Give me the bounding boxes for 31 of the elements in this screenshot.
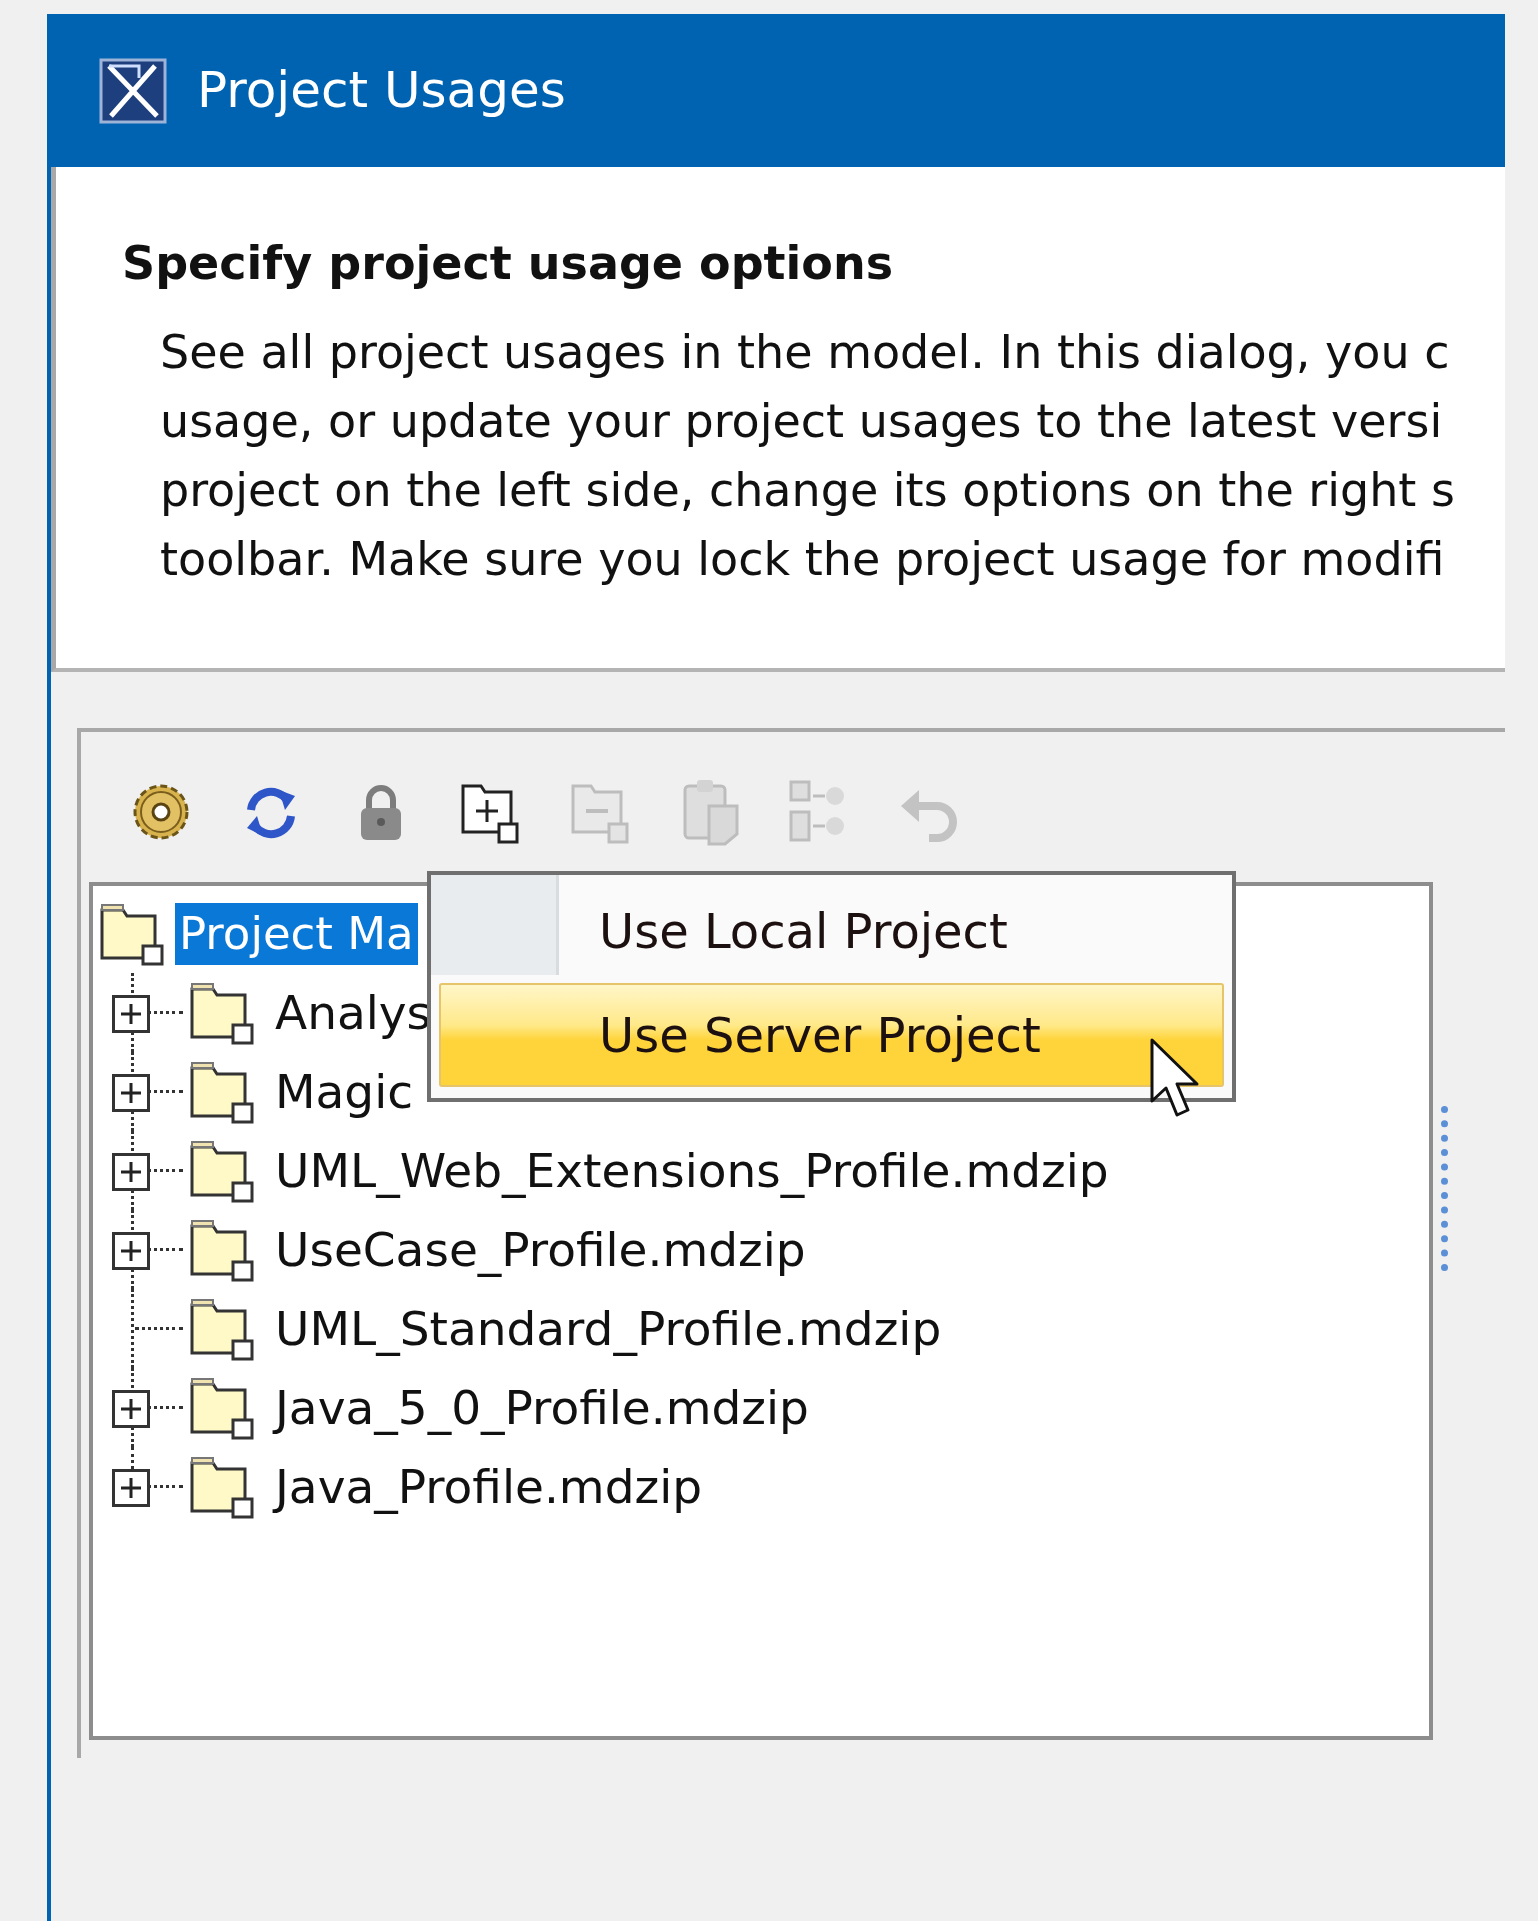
- expand-icon[interactable]: [112, 1232, 150, 1270]
- description-text: usage, or update your project usages to the latest versi: [160, 394, 1443, 448]
- tree-item[interactable]: UML_Web_Extensions_Profile.mdzip: [271, 1139, 1113, 1202]
- folder-icon: [99, 901, 165, 966]
- folder-icon: [189, 980, 255, 1045]
- expand-icon[interactable]: [112, 995, 150, 1033]
- folder-icon: [189, 1059, 255, 1124]
- description-text: See all project usages in the model. In this dialog, you c: [160, 325, 1450, 379]
- menu-item[interactable]: Use Server Project: [439, 983, 1224, 1087]
- expand-icon[interactable]: [112, 1390, 150, 1428]
- expand-icon[interactable]: [112, 1469, 150, 1507]
- tree-item[interactable]: Project Ma: [175, 902, 418, 965]
- window-title: Project Usages: [197, 60, 566, 121]
- folder-icon: [189, 1138, 255, 1203]
- folder-icon: [189, 1296, 255, 1361]
- tree-item[interactable]: Java_5_0_Profile.mdzip: [271, 1376, 813, 1439]
- folder-icon: [189, 1217, 255, 1282]
- menu-item[interactable]: Use Local Project: [439, 879, 1224, 983]
- app-icon: [99, 57, 167, 124]
- tree-item[interactable]: Java_Profile.mdzip: [271, 1455, 707, 1518]
- heading: Specify project usage options: [122, 235, 894, 292]
- splitter-grip[interactable]: [1441, 1106, 1449, 1271]
- description-text: project on the left side, change its options on the right s: [160, 463, 1455, 517]
- folder-icon: [189, 1375, 255, 1440]
- description-text: toolbar. Make sure you lock the project usage for modifi: [160, 532, 1445, 586]
- tree-item[interactable]: UseCase_Profile.mdzip: [271, 1218, 810, 1281]
- expand-icon[interactable]: [112, 1153, 150, 1191]
- tree-item[interactable]: UML_Standard_Profile.mdzip: [271, 1297, 946, 1360]
- folder-icon: [189, 1454, 255, 1519]
- expand-icon[interactable]: [112, 1074, 150, 1112]
- tree-item[interactable]: Magic: [271, 1060, 418, 1123]
